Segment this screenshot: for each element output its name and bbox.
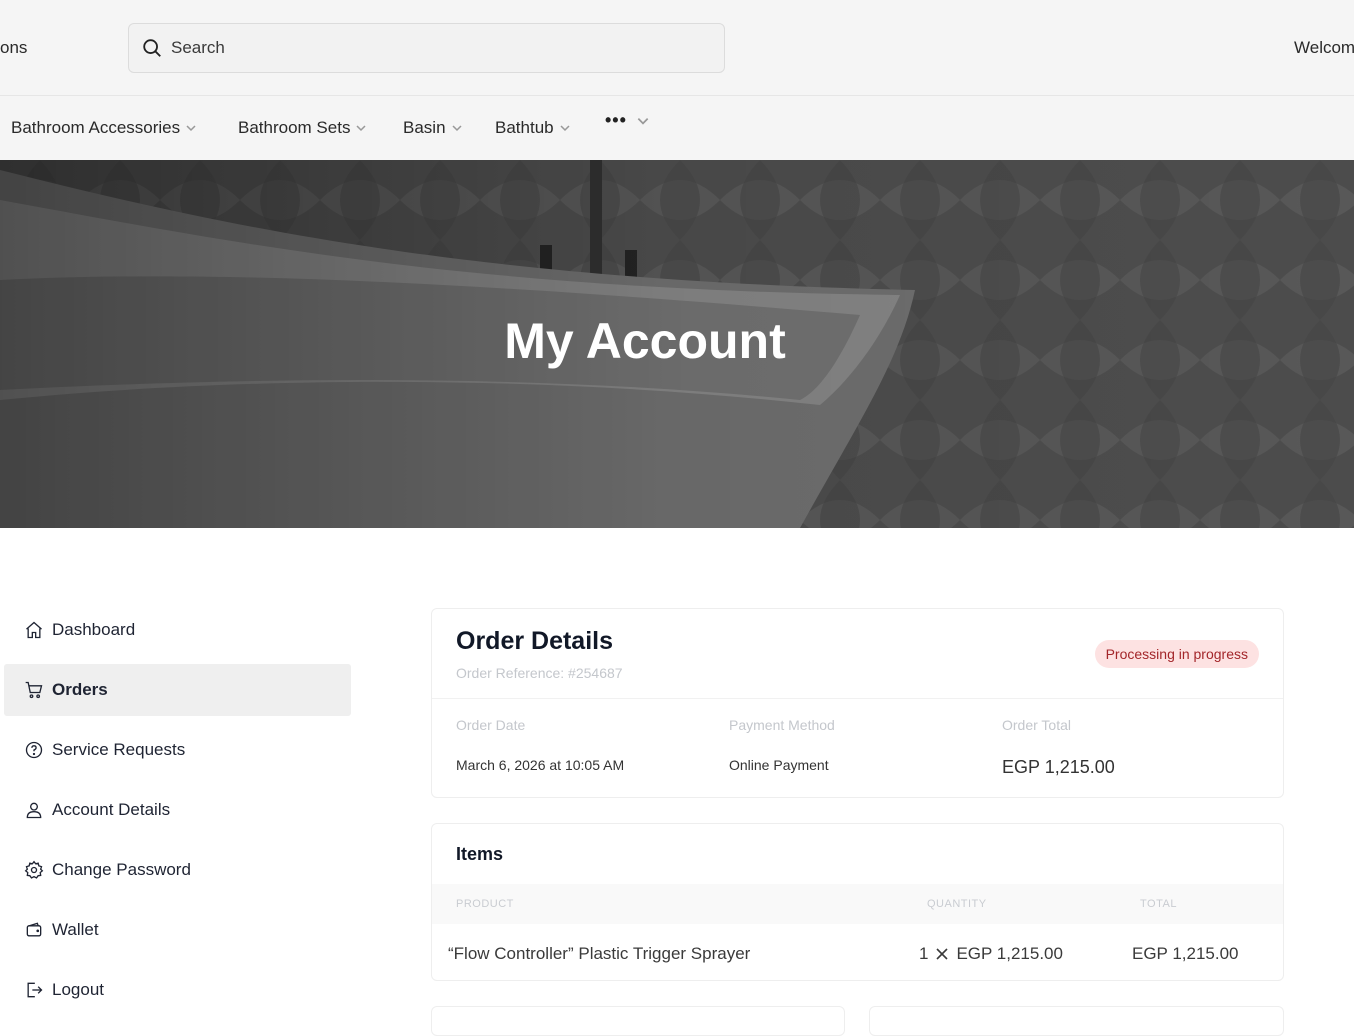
gear-icon: [24, 860, 44, 879]
welcome-text[interactable]: Welcom: [1294, 38, 1354, 58]
sidebar-item-service-requests[interactable]: Service Requests: [4, 724, 351, 776]
logout-icon: [27, 982, 43, 998]
column-header-product: PRODUCT: [456, 898, 514, 910]
sidebar-item-label: Logout: [52, 980, 104, 999]
sidebar-item-label: Service Requests: [52, 740, 186, 759]
payment-method-label: Payment Method: [729, 717, 835, 733]
category-nav: Bathroom Accessories Bathroom Sets Basin…: [0, 96, 1354, 160]
sidebar-item-label: Orders: [52, 680, 108, 699]
category-bathroom-sets[interactable]: Bathroom Sets: [238, 118, 367, 138]
chevron-down-icon: [186, 125, 196, 132]
item-product-name[interactable]: “Flow Controller” Plastic Trigger Spraye…: [448, 944, 750, 964]
sidebar-item-dashboard[interactable]: Dashboard: [4, 604, 351, 656]
payment-method-value: Online Payment: [729, 757, 829, 773]
sidebar-item-label: Change Password: [52, 860, 191, 879]
help-circle-icon: [25, 741, 43, 759]
sidebar-item-label: Wallet: [52, 920, 99, 939]
item-unit-price: EGP 1,215.00: [956, 944, 1063, 963]
sidebar-item-change-password[interactable]: Change Password: [4, 844, 351, 896]
category-bathtub[interactable]: Bathtub: [495, 118, 571, 138]
cart-icon: [25, 681, 43, 699]
category-label: Basin: [403, 118, 446, 137]
bottom-card-right: [869, 1006, 1284, 1036]
chevron-down-icon: [356, 125, 366, 132]
more-categories-button[interactable]: •••: [605, 110, 650, 131]
item-quantity: 1 EGP 1,215.00: [919, 944, 1063, 964]
order-total-label: Order Total: [1002, 717, 1071, 733]
category-basin[interactable]: Basin: [403, 118, 463, 138]
sidebar-item-wallet[interactable]: Wallet: [4, 904, 351, 956]
sidebar-item-logout[interactable]: Logout: [4, 964, 351, 1016]
home-icon: [26, 621, 42, 639]
times-icon: [936, 948, 949, 960]
status-badge: Processing in progress: [1094, 640, 1259, 668]
order-date-value: March 6, 2026 at 10:05 AM: [456, 757, 625, 773]
item-total: EGP 1,215.00: [1132, 944, 1239, 963]
category-bathroom-accessories[interactable]: Bathroom Accessories: [11, 118, 197, 138]
items-title: Items: [456, 844, 504, 864]
more-dots-icon: •••: [605, 110, 627, 130]
chevron-down-icon: [452, 125, 462, 132]
item-qty-count: 1: [919, 944, 929, 963]
hero-banner: My Account: [0, 160, 1354, 528]
order-reference: Order Reference: #254687: [456, 665, 623, 681]
bottom-card-left: [431, 1006, 845, 1036]
column-header-quantity: QUANTITY: [927, 898, 987, 910]
sidebar-item-account-details[interactable]: Account Details: [4, 784, 351, 836]
items-table-header: PRODUCT QUANTITY TOTAL: [432, 884, 1283, 924]
search-icon: [143, 39, 161, 57]
wallet-icon: [26, 922, 42, 937]
header-left-link[interactable]: ons: [0, 38, 27, 58]
sidebar-item-label: Account Details: [52, 800, 171, 819]
search-bar[interactable]: [128, 23, 725, 73]
divider: [432, 698, 1283, 699]
sidebar-item-orders[interactable]: Orders: [4, 664, 351, 716]
category-label: Bathroom Sets: [238, 118, 351, 137]
page-title: My Account: [504, 313, 786, 369]
account-sidebar: Dashboard Orders Service Requests Accoun…: [4, 604, 351, 1024]
user-icon: [26, 802, 42, 819]
order-details-title: Order Details: [456, 627, 614, 655]
order-date-label: Order Date: [456, 717, 526, 733]
order-items-card: Items PRODUCT QUANTITY TOTAL “Flow Contr…: [431, 823, 1284, 981]
column-header-total: TOTAL: [1140, 898, 1177, 910]
category-label: Bathroom Accessories: [11, 118, 181, 137]
order-details-card: Order Details Order Reference: #254687 P…: [431, 608, 1284, 798]
order-total-value: EGP 1,215.00: [1002, 757, 1115, 777]
category-label: Bathtub: [495, 118, 554, 137]
chevron-down-icon: [560, 125, 570, 132]
chevron-down-icon: [637, 117, 649, 125]
top-header: ons Welcom: [0, 0, 1354, 96]
search-input[interactable]: [171, 38, 691, 58]
sidebar-item-label: Dashboard: [52, 620, 136, 639]
